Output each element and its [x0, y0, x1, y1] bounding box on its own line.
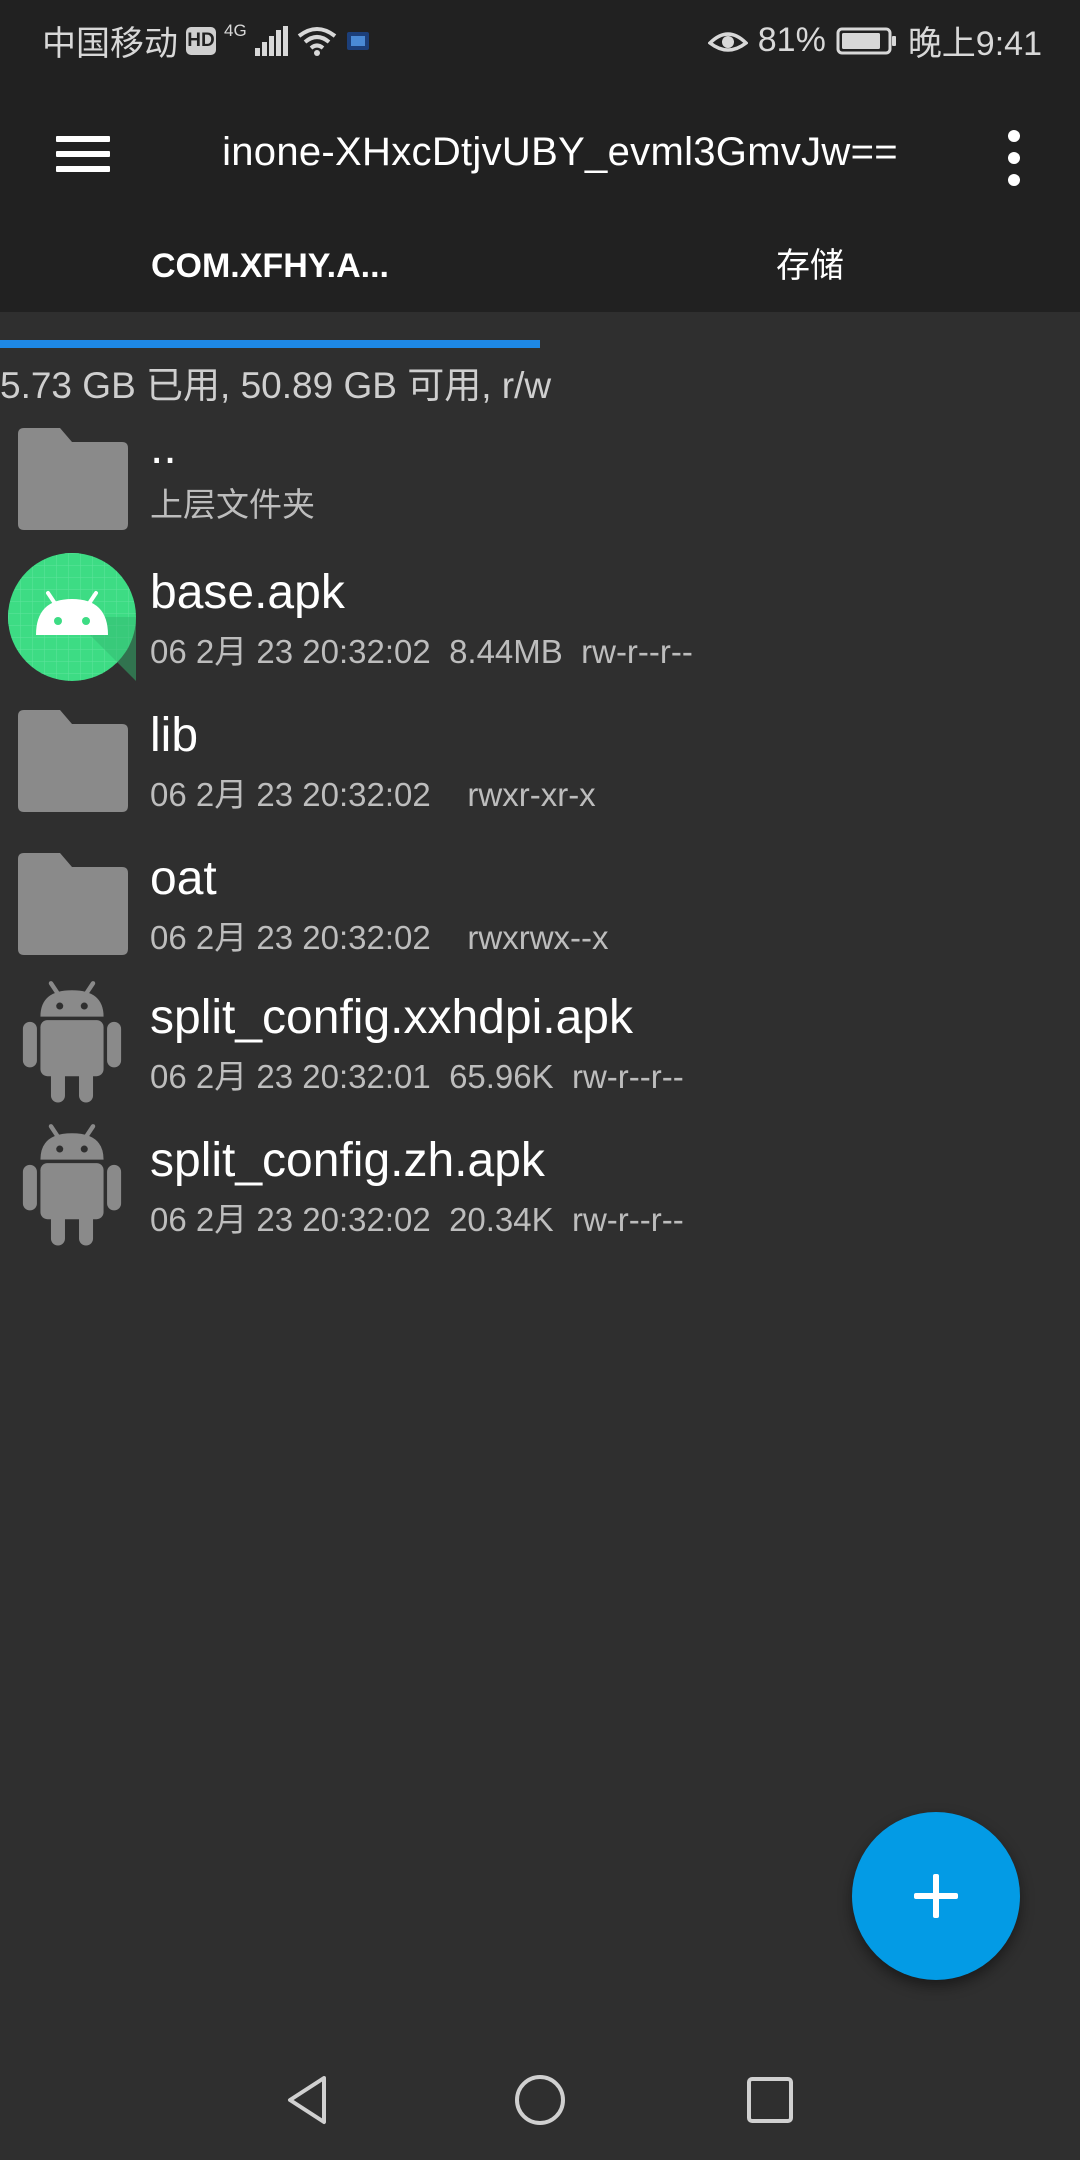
- list-item-parent-folder[interactable]: .. 上层文件夹: [0, 410, 1080, 552]
- tab-storage[interactable]: 存储: [540, 240, 1080, 312]
- active-tab-indicator: [0, 340, 540, 348]
- app-bar: inone-XHxcDtjvUBY_evml3GmvJw== COM.XFHY.…: [0, 74, 1080, 312]
- system-nav-bar: [0, 2040, 1080, 2160]
- list-item-split-config-xxhdpi[interactable]: split_config.xxhdpi.apk 06 2月 23 20:32:0…: [0, 981, 1080, 1124]
- clock: 晚上9:41: [907, 25, 1042, 63]
- tab-bar: COM.XFHY.A... 存储: [0, 240, 1080, 312]
- android-robot-icon: [22, 1124, 122, 1246]
- folder-icon: [18, 428, 128, 530]
- file-meta: 06 2月 23 20:32:02 20.34K rw-r--r--: [150, 1201, 684, 1238]
- back-icon[interactable]: [278, 2070, 338, 2130]
- hd-badge-icon: HD: [186, 26, 216, 55]
- file-meta: 06 2月 23 20:32:02 rwxr-xr-x: [150, 776, 596, 813]
- folder-icon: [18, 710, 128, 812]
- battery-percent: 81%: [757, 21, 826, 59]
- list-item-split-config-zh[interactable]: split_config.zh.apk 06 2月 23 20:32:02 20…: [0, 1124, 1080, 1267]
- file-name: oat: [150, 852, 217, 905]
- file-meta: 上层文件夹: [150, 486, 315, 523]
- battery-icon: [836, 27, 896, 54]
- app-title: inone-XHxcDtjvUBY_evml3GmvJw==: [222, 130, 898, 174]
- notification-icon: [346, 31, 369, 50]
- file-name: base.apk: [150, 566, 345, 619]
- folder-icon: [18, 853, 128, 955]
- list-item-base-apk[interactable]: base.apk 06 2月 23 20:32:02 8.44MB rw-r--…: [0, 553, 1080, 695]
- android-app-icon: [8, 553, 136, 681]
- screen: 中国移动 HD 4G 81% 晚上9:41 inone-XHxcDtjvUBY_…: [0, 0, 1080, 2160]
- hamburger-menu-icon[interactable]: [50, 124, 116, 184]
- file-meta: 06 2月 23 20:32:02 rwxrwx--x: [150, 919, 609, 956]
- more-vert-icon[interactable]: [995, 128, 1035, 188]
- file-meta: 06 2月 23 20:32:01 65.96K rw-r--r--: [150, 1058, 684, 1095]
- signal-icon: [254, 25, 288, 56]
- home-icon[interactable]: [510, 2070, 570, 2130]
- list-item-lib[interactable]: lib 06 2月 23 20:32:02 rwxr-xr-x: [0, 696, 1080, 838]
- network-type-label: 4G: [224, 20, 247, 40]
- status-left: 中国移动 HD 4G: [42, 16, 371, 65]
- file-name: ..: [150, 421, 177, 474]
- recents-icon[interactable]: [740, 2070, 800, 2130]
- storage-info: 5.73 GB 已用, 50.89 GB 可用, r/w: [0, 365, 552, 406]
- file-meta: 06 2月 23 20:32:02 8.44MB rw-r--r--: [150, 633, 693, 670]
- eye-icon: [707, 31, 748, 52]
- carrier-label: 中国移动: [42, 25, 178, 63]
- add-fab-button[interactable]: [852, 1812, 1020, 1980]
- file-name: split_config.xxhdpi.apk: [150, 991, 633, 1044]
- file-name: split_config.zh.apk: [150, 1134, 545, 1187]
- list-item-oat[interactable]: oat 06 2月 23 20:32:02 rwxrwx--x: [0, 839, 1080, 981]
- status-bar: 中国移动 HD 4G 81% 晚上9:41: [0, 0, 1080, 74]
- wifi-icon: [297, 26, 336, 56]
- status-right: 81% 晚上9:41: [707, 16, 1042, 65]
- tab-app-folder[interactable]: COM.XFHY.A...: [0, 240, 540, 312]
- android-robot-icon: [22, 981, 122, 1103]
- file-name: lib: [150, 709, 199, 762]
